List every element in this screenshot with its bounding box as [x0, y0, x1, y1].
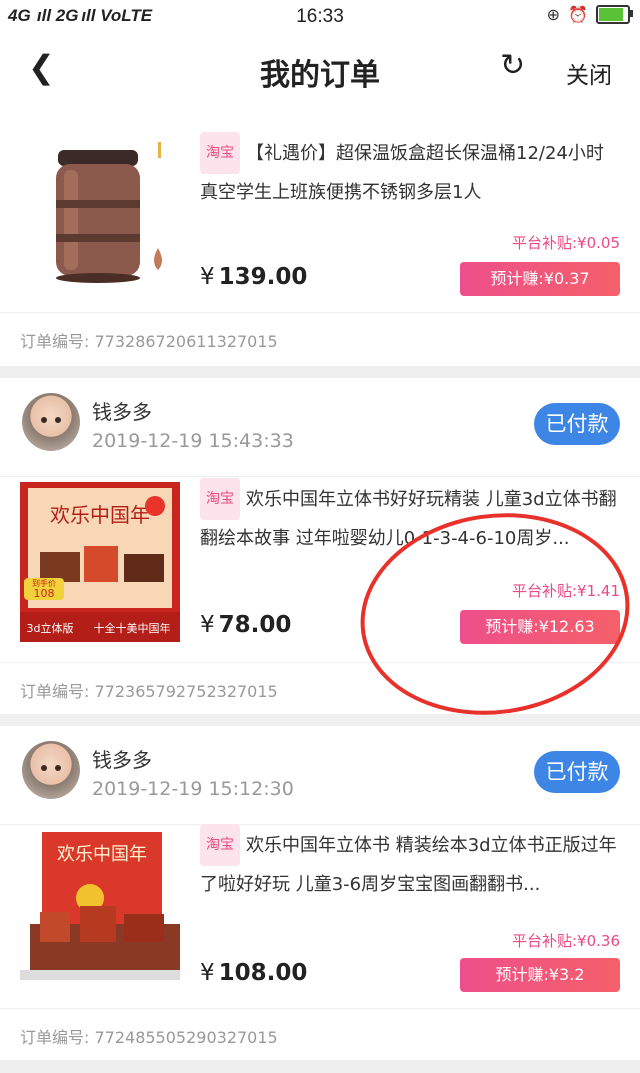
product-title[interactable]: 淘宝 欢乐中国年立体书 精装绘本3d立体书正版过年了啦好好玩 儿童3-6周岁宝宝图… — [200, 824, 620, 904]
taobao-badge: 淘宝 — [200, 132, 240, 174]
platform-subsidy: 平台补贴:¥0.05 — [512, 234, 620, 252]
price-value: 78.00 — [218, 612, 292, 638]
buyer-name: 钱多多 — [92, 400, 152, 424]
product-price: ¥78.00 — [200, 612, 291, 638]
avatar — [22, 741, 80, 799]
status-icons: ⊕ ⏰ — [546, 5, 633, 24]
product-image[interactable] — [20, 130, 180, 290]
estimated-earnings-button[interactable]: 预计赚:¥0.37 — [460, 262, 620, 296]
product-title-text: 欢乐中国年立体书 精装绘本3d立体书正版过年了啦好好玩 儿童3-6周岁宝宝图画翻… — [200, 835, 617, 895]
order-header: 钱多多 2019-12-19 15:43:33 已付款 — [0, 378, 640, 477]
lock-rotation-icon: ⊕ — [546, 5, 561, 24]
image-bottom-left: 3d立体版 — [27, 621, 74, 635]
alarm-icon: ⏰ — [568, 5, 588, 24]
order-header: 钱多多 2019-12-19 15:12:30 已付款 — [0, 726, 640, 825]
taobao-badge: 淘宝 — [200, 824, 240, 866]
product-image[interactable]: 欢乐中国年 到手价 108 3d立体版 十全十美中国年 — [20, 482, 180, 642]
order-number: 订单编号: 772485505290327015 — [20, 1028, 278, 1047]
order-number: 订单编号: 773286720611327015 — [20, 332, 278, 351]
order-number: 订单编号: 772365792752327015 — [20, 682, 278, 701]
refresh-icon[interactable]: ↻ — [500, 48, 525, 83]
currency-symbol: ¥ — [200, 612, 215, 638]
navigation-bar: ❮ 我的订单 ↻ 关闭 — [0, 34, 640, 100]
status-badge: 已付款 — [534, 403, 620, 445]
order-number-row: 订单编号: 773286720611327015 — [0, 312, 640, 365]
status-badge: 已付款 — [534, 751, 620, 793]
order-time: 2019-12-19 15:12:30 — [92, 778, 294, 800]
product-title[interactable]: 淘宝 【礼遇价】超保温饭盒超长保温桶12/24小时真空学生上班族便携不锈钢多层1人 — [200, 132, 620, 212]
platform-subsidy: 平台补贴:¥0.36 — [512, 932, 620, 950]
currency-symbol: ¥ — [200, 264, 215, 290]
estimated-earnings-button[interactable]: 预计赚:¥3.2 — [460, 958, 620, 992]
clock: 16:33 — [296, 6, 344, 27]
buyer-name: 钱多多 — [92, 748, 152, 772]
price-value: 108.00 — [218, 960, 308, 986]
page-title: 我的订单 — [260, 58, 380, 93]
product-price: ¥108.00 — [200, 960, 307, 986]
image-title-text: 欢乐中国年 — [57, 844, 147, 865]
image-title-text: 欢乐中国年 — [50, 503, 150, 527]
status-bar: 4G ıll 2G ıll VoLTE 16:33 ⊕ ⏰ — [0, 0, 640, 34]
battery-icon — [596, 5, 633, 24]
product-price: ¥139.00 — [200, 264, 307, 290]
avatar — [22, 393, 80, 451]
order-card[interactable]: 钱多多 2019-12-19 15:12:30 已付款 欢乐中国年 淘宝 欢乐中国… — [0, 726, 640, 1060]
product-title-text: 【礼遇价】超保温饭盒超长保温桶12/24小时真空学生上班族便携不锈钢多层1人 — [200, 143, 604, 203]
order-time: 2019-12-19 15:43:33 — [92, 430, 294, 452]
currency-symbol: ¥ — [200, 960, 215, 986]
price-tag-value: 108 — [34, 587, 55, 600]
order-number-row: 订单编号: 772485505290327015 — [0, 1008, 640, 1061]
taobao-badge: 淘宝 — [200, 478, 240, 520]
close-button[interactable]: 关闭 — [566, 56, 612, 90]
product-image[interactable]: 欢乐中国年 — [20, 828, 180, 988]
scrolled-header-remnant — [0, 100, 640, 118]
order-card[interactable]: 淘宝 【礼遇价】超保温饭盒超长保温桶12/24小时真空学生上班族便携不锈钢多层1人… — [0, 118, 640, 366]
image-bottom-right: 十全十美中国年 — [94, 621, 171, 635]
price-value: 139.00 — [218, 264, 308, 290]
